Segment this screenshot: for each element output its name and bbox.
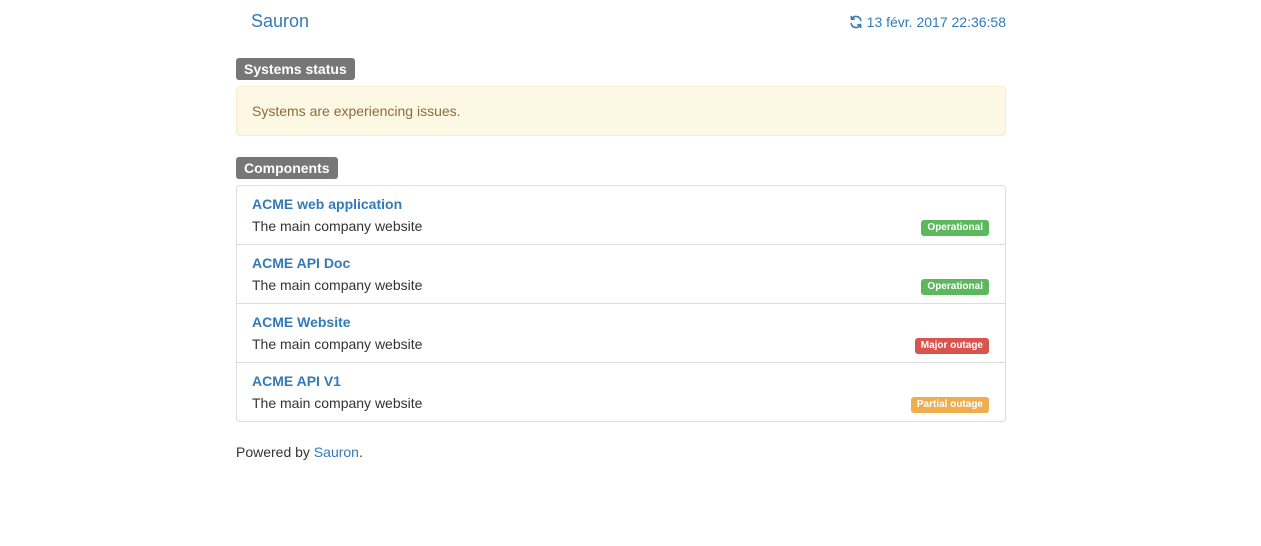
status-badge: Major outage bbox=[914, 338, 989, 354]
last-updated-timestamp: 13 févr. 2017 22:36:58 bbox=[866, 14, 1006, 30]
refresh-icon bbox=[849, 15, 863, 29]
footer: Powered by Sauron. bbox=[236, 444, 1006, 460]
systems-status-alert: Systems are experiencing issues. bbox=[236, 86, 1006, 136]
component-description: The main company website bbox=[252, 277, 423, 293]
component-item: ACME web application The main company we… bbox=[237, 186, 1005, 244]
component-item: ACME API V1 The main company website Par… bbox=[237, 362, 1005, 421]
footer-suffix: . bbox=[358, 444, 363, 460]
systems-status-label: Systems status bbox=[236, 58, 355, 80]
top-bar: Sauron 13 févr. 2017 22:36:58 bbox=[236, 0, 1006, 46]
components-list: ACME web application The main company we… bbox=[236, 185, 1006, 422]
refresh-link[interactable]: 13 févr. 2017 22:36:58 bbox=[849, 14, 1006, 30]
footer-sauron-link[interactable]: Sauron bbox=[314, 444, 359, 460]
component-name-link[interactable]: ACME API V1 bbox=[252, 373, 341, 389]
status-badge: Operational bbox=[921, 220, 989, 236]
component-description: The main company website bbox=[252, 218, 423, 234]
component-item: ACME Website The main company website Ma… bbox=[237, 303, 1005, 362]
page-container: Sauron 13 févr. 2017 22:36:58 Systems st… bbox=[236, 0, 1006, 460]
status-badge: Operational bbox=[921, 279, 989, 295]
component-name-link[interactable]: ACME Website bbox=[252, 314, 351, 330]
systems-status-message: Systems are experiencing issues. bbox=[252, 103, 461, 119]
footer-prefix: Powered by bbox=[236, 444, 314, 460]
status-badge: Partial outage bbox=[910, 397, 989, 413]
components-label: Components bbox=[236, 157, 338, 179]
component-item: ACME API Doc The main company website Op… bbox=[237, 244, 1005, 303]
component-description: The main company website bbox=[252, 395, 423, 411]
component-name-link[interactable]: ACME API Doc bbox=[252, 255, 350, 271]
component-name-link[interactable]: ACME web application bbox=[252, 196, 402, 212]
brand-link[interactable]: Sauron bbox=[251, 11, 309, 32]
component-description: The main company website bbox=[252, 336, 423, 352]
